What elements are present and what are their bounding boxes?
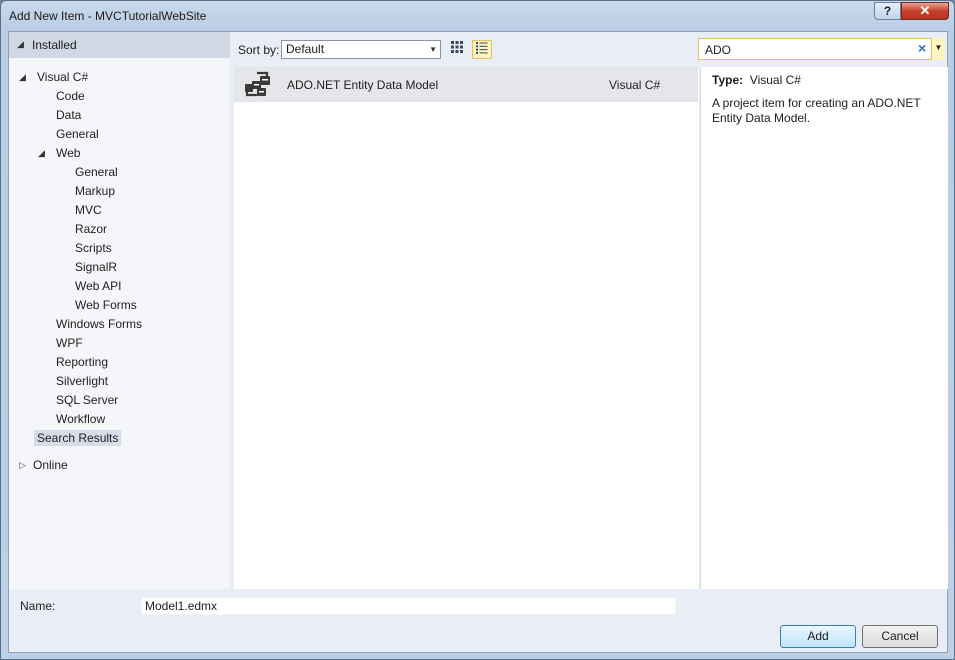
sort-by-label: Sort by:: [238, 43, 280, 57]
item-name: ADO.NET Entity Data Model: [287, 78, 439, 92]
tree-item-web-forms[interactable]: Web Forms: [75, 296, 137, 315]
installed-label: Installed: [32, 38, 77, 52]
entity-data-model-icon: [245, 71, 270, 97]
tree-item-markup[interactable]: Markup: [75, 182, 115, 201]
help-button[interactable]: ?: [874, 2, 901, 20]
search-value: ADO: [705, 43, 732, 57]
item-language: Visual C#: [609, 78, 661, 92]
details-panel: Type: Visual C# A project item for creat…: [700, 67, 948, 589]
window-title: Add New Item - MVCTutorialWebSite: [9, 9, 207, 23]
tree-item-data[interactable]: Data: [56, 106, 81, 125]
search-dropdown-icon[interactable]: ▼: [931, 38, 945, 60]
tree-item-web-api[interactable]: Web API: [75, 277, 121, 296]
tree-item-code[interactable]: Code: [56, 87, 85, 106]
search-input[interactable]: ADO × ▼: [698, 38, 945, 60]
tree-item-reporting[interactable]: Reporting: [56, 353, 108, 372]
add-button[interactable]: Add: [780, 625, 856, 648]
close-button[interactable]: ✕: [901, 2, 949, 20]
tree-item-web-general[interactable]: General: [75, 163, 118, 182]
sort-by-dropdown[interactable]: Default ▼: [281, 40, 441, 59]
type-line: Type: Visual C#: [712, 73, 801, 87]
online-label: Online: [33, 458, 68, 472]
category-panel: ◢ Installed ◢ Visual C# Code Data Genera…: [9, 32, 230, 589]
type-label: Type:: [712, 73, 744, 87]
expand-triangle-icon[interactable]: ▷: [19, 456, 26, 475]
tree-item-wpf[interactable]: WPF: [56, 334, 83, 353]
small-icons-view-button[interactable]: [472, 40, 492, 59]
dropdown-arrow-icon: ▼: [429, 45, 437, 54]
toolbar: Sort by: Default ▼ ADO × ▼: [231, 32, 949, 66]
grid-view-icon: [451, 41, 463, 53]
tree-item-silverlight[interactable]: Silverlight: [56, 372, 108, 391]
name-label: Name:: [20, 599, 56, 613]
add-new-item-dialog: Add New Item - MVCTutorialWebSite ? ✕ ◢ …: [0, 0, 955, 660]
tree-item-mvc[interactable]: MVC: [75, 201, 102, 220]
tree-item-search-results[interactable]: Search Results: [34, 429, 122, 448]
tree-item-general[interactable]: General: [56, 125, 99, 144]
installed-header[interactable]: ◢ Installed: [9, 32, 230, 58]
tree-item-razor[interactable]: Razor: [75, 220, 107, 239]
list-item[interactable]: ADO.NET Entity Data Model Visual C#: [234, 67, 698, 102]
medium-icons-view-button[interactable]: [447, 40, 467, 59]
name-field[interactable]: Model1.edmx: [141, 597, 676, 615]
expand-triangle-icon[interactable]: ◢: [19, 68, 26, 87]
type-value: Visual C#: [749, 73, 801, 87]
list-view-icon: [476, 42, 488, 54]
collapse-triangle-icon[interactable]: ◢: [17, 39, 24, 50]
template-list: ADO.NET Entity Data Model Visual C#: [234, 67, 699, 589]
tree-item-windows-forms[interactable]: Windows Forms: [56, 315, 142, 334]
tree-item-sql-server[interactable]: SQL Server: [56, 391, 118, 410]
sort-by-value: Default: [286, 42, 325, 56]
online-header[interactable]: ▷ Online: [9, 456, 230, 475]
title-bar[interactable]: Add New Item - MVCTutorialWebSite ? ✕: [1, 1, 954, 31]
tree-item-scripts[interactable]: Scripts: [75, 239, 112, 258]
cancel-button[interactable]: Cancel: [862, 625, 938, 648]
dialog-body: ◢ Installed ◢ Visual C# Code Data Genera…: [8, 31, 948, 653]
item-description: A project item for creating an ADO.NET E…: [712, 96, 921, 125]
clear-search-icon[interactable]: ×: [918, 40, 926, 56]
expand-triangle-icon[interactable]: ◢: [38, 144, 45, 163]
tree-item-workflow[interactable]: Workflow: [56, 410, 105, 429]
tree-item-signalr[interactable]: SignalR: [75, 258, 117, 277]
